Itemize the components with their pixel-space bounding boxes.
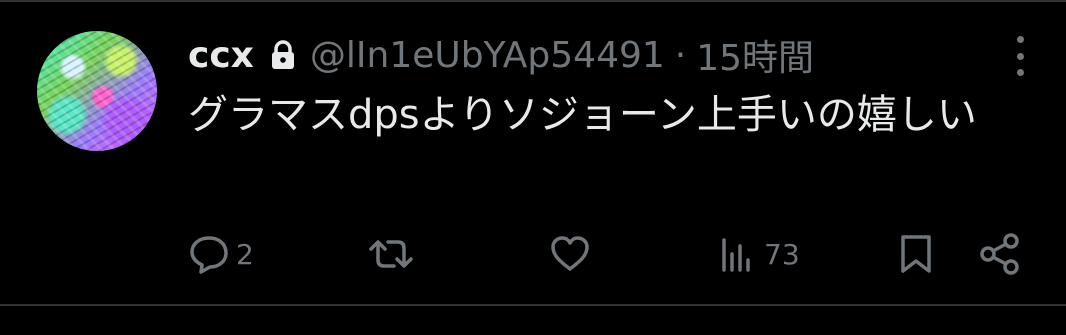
- views-count: 73: [764, 237, 800, 271]
- bookmark-button[interactable]: [896, 232, 936, 276]
- retweet-icon: [369, 240, 413, 268]
- separator: ·: [674, 34, 687, 76]
- reply-button[interactable]: 2: [188, 232, 254, 276]
- top-divider: [0, 0, 1066, 2]
- like-icon: [551, 236, 589, 271]
- retweet-button[interactable]: [368, 232, 420, 276]
- tweet-text: グラマスdpsよりソジョーン上手いの嬉しい: [188, 92, 977, 138]
- like-button[interactable]: [549, 232, 597, 276]
- views-button[interactable]: 73: [718, 232, 800, 276]
- share-icon: [980, 233, 1019, 275]
- views-icon: [722, 238, 750, 272]
- bottom-divider: [0, 304, 1066, 306]
- timestamp[interactable]: 15時間: [696, 29, 814, 81]
- user-handle[interactable]: @lIn1eUbYAp54491: [310, 35, 665, 76]
- reply-count: 2: [236, 237, 254, 271]
- lock-icon: [271, 40, 294, 69]
- more-icon[interactable]: [1008, 36, 1032, 76]
- tweet-header: ccx @lIn1eUbYAp54491 · 15時間: [188, 29, 814, 81]
- avatar[interactable]: [37, 31, 157, 151]
- reply-icon: [190, 236, 228, 274]
- bookmark-icon: [901, 235, 931, 273]
- display-name[interactable]: ccx: [188, 35, 254, 76]
- share-button[interactable]: [978, 232, 1022, 276]
